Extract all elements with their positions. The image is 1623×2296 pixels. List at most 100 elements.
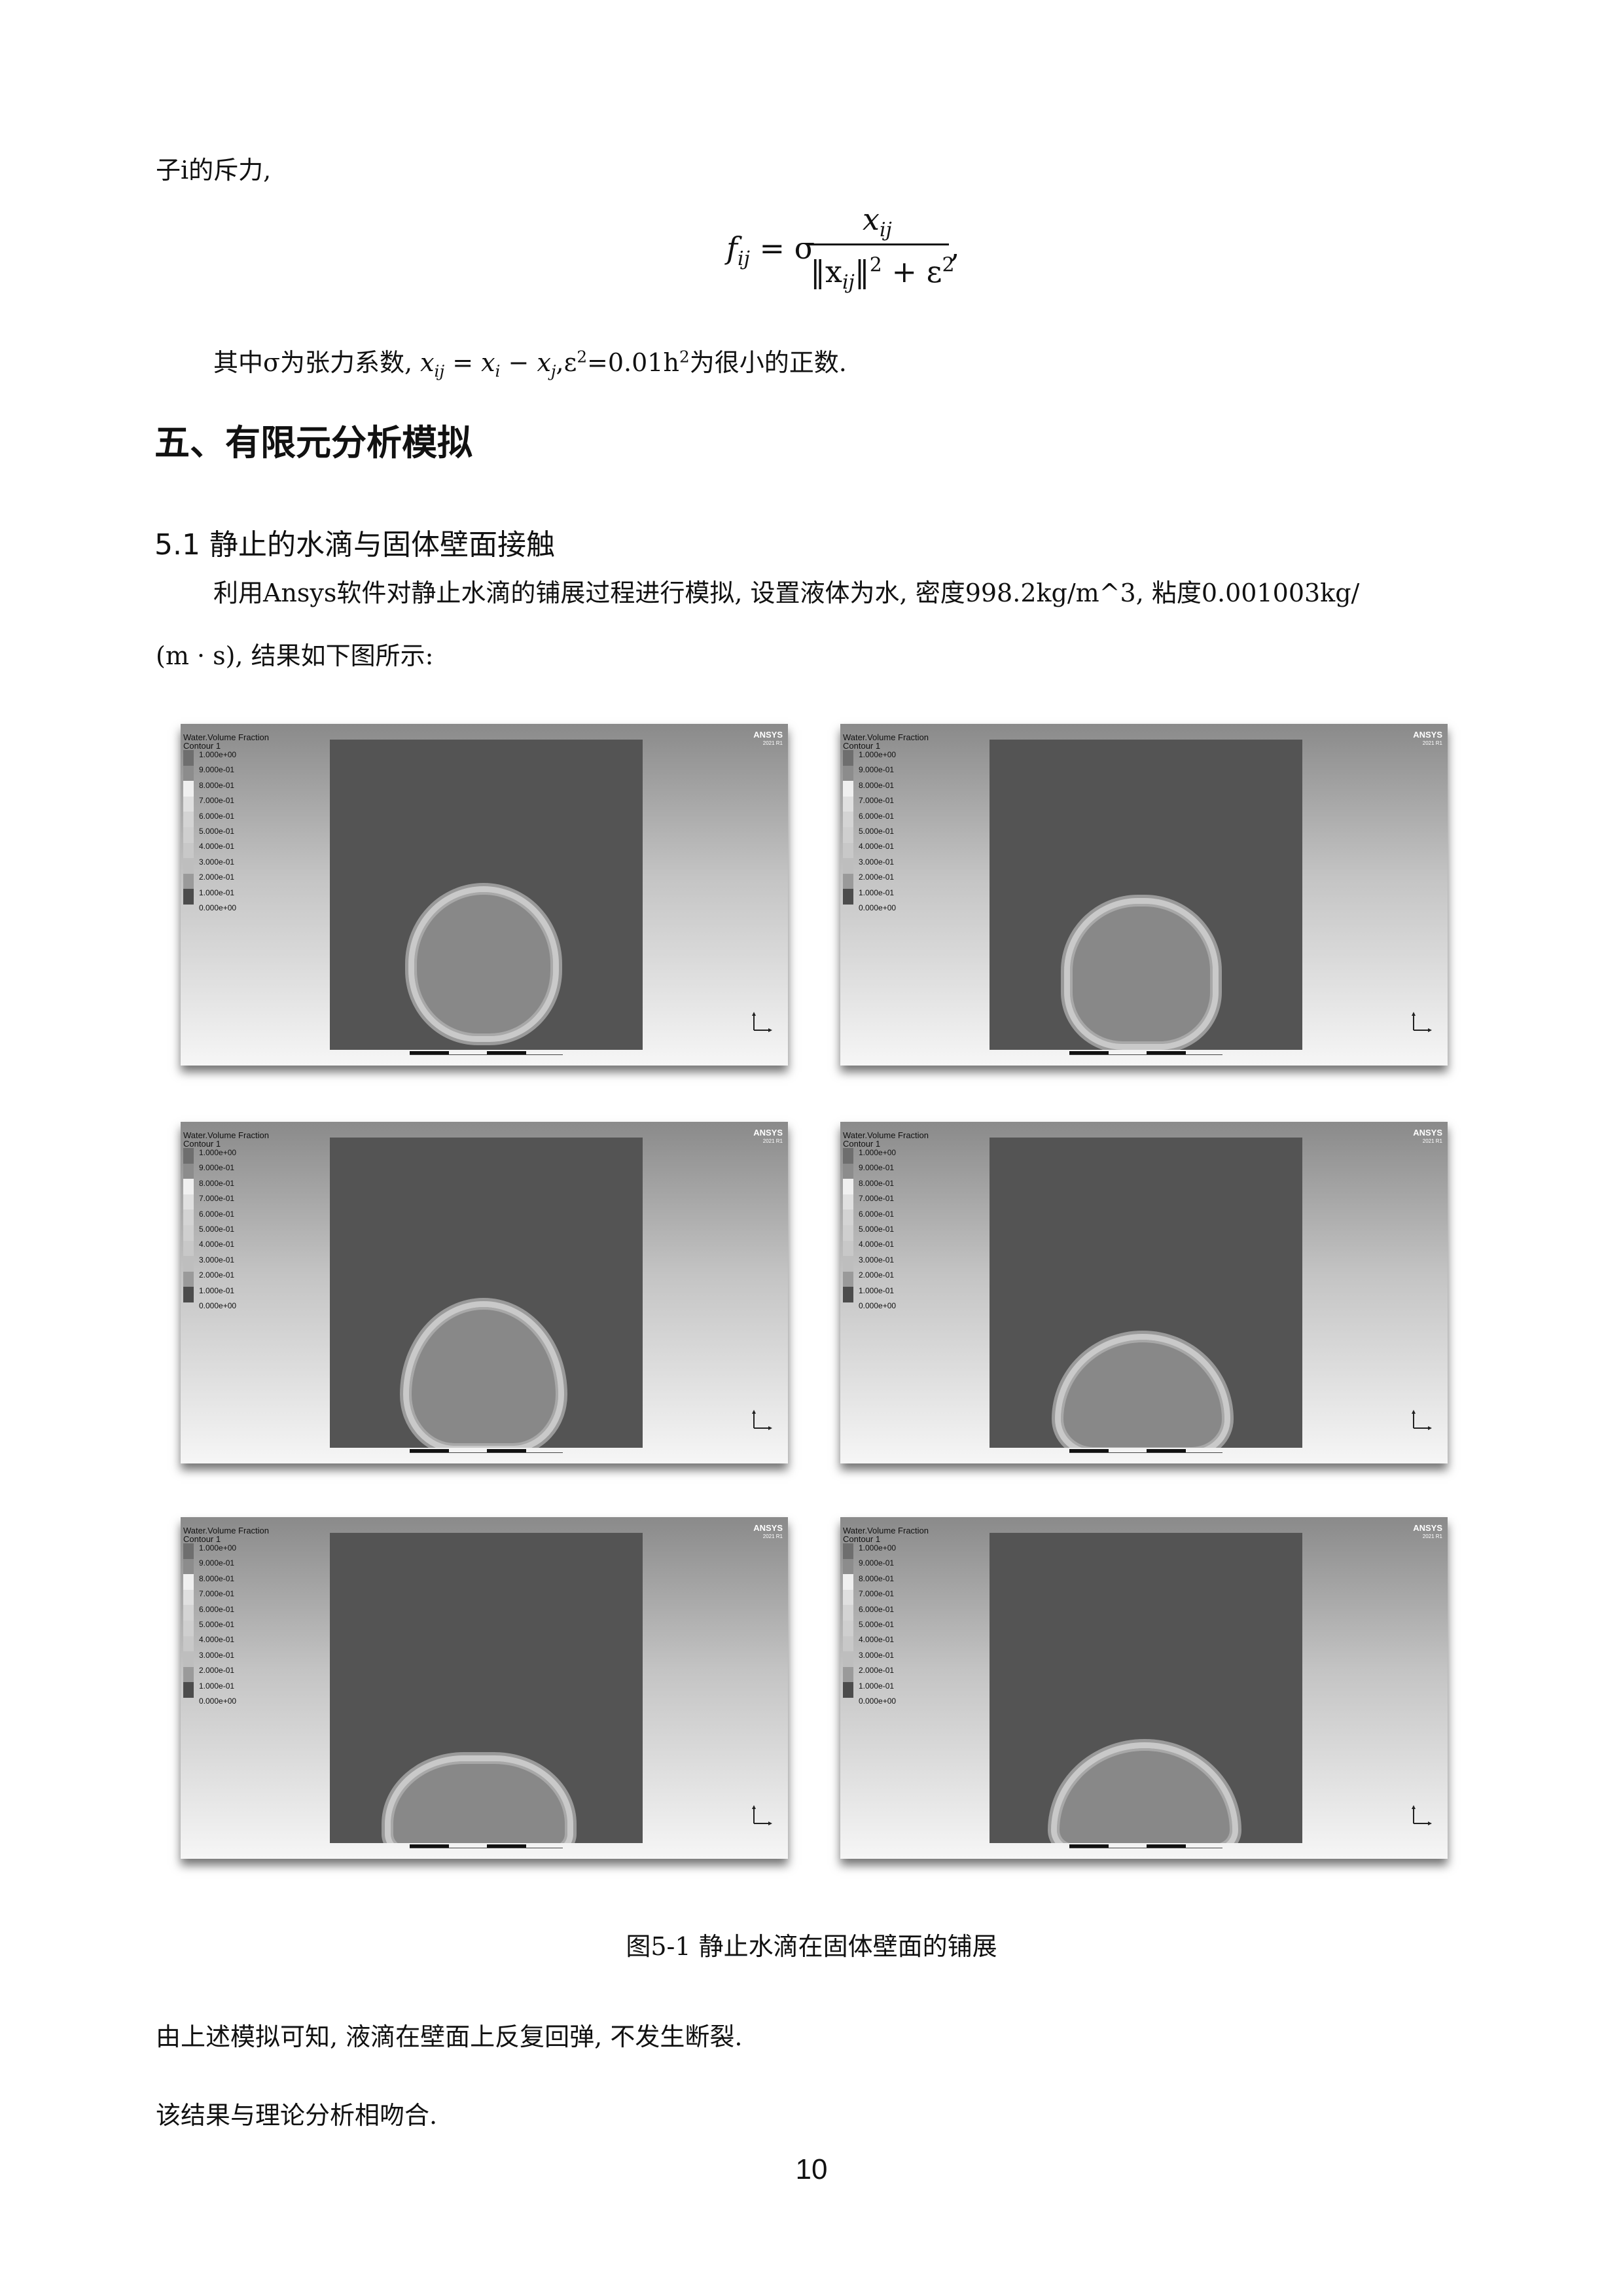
legend-label: 0.000e+00 xyxy=(199,1301,237,1311)
legend-swatch xyxy=(843,1240,853,1257)
legend-label: 7.000e-01 xyxy=(199,1194,235,1204)
legend-label: 1.000e+00 xyxy=(859,1543,897,1552)
section-title: 五、有限元分析模拟 xyxy=(154,422,473,463)
legend-labels: 1.000e+00 9.000e-01 8.000e-01 7.000e-01 6.00… xyxy=(859,1541,896,1709)
scale-bar xyxy=(1069,1844,1222,1848)
legend-swatch xyxy=(843,750,853,766)
scale-bar xyxy=(410,1051,563,1055)
simulation-panel-6: Water.Volume Fraction Contour 1 1.000e+00… xyxy=(840,1517,1448,1859)
legend-label: 7.000e-01 xyxy=(859,1194,895,1204)
legend-label: 0.000e+00 xyxy=(859,1301,897,1311)
legend-label: 1.000e-01 xyxy=(859,1681,895,1691)
legend-label: 3.000e-01 xyxy=(859,1255,895,1265)
legend-swatch xyxy=(843,1605,853,1621)
fluid-domain xyxy=(330,1533,643,1843)
legend-label: 6.000e-01 xyxy=(859,1209,895,1219)
legend-label: 5.000e-01 xyxy=(859,827,895,836)
legend-swatch xyxy=(183,1179,194,1194)
legend-label: 9.000e-01 xyxy=(859,765,895,775)
legend-label: 6.000e-01 xyxy=(859,1604,895,1614)
legend-label: 4.000e-01 xyxy=(859,842,895,852)
scale-bar xyxy=(1069,1051,1222,1055)
legend-swatch xyxy=(183,1636,194,1652)
ansys-logo: ANSYS 2021 R1 xyxy=(753,1523,783,1539)
simulation-panel-5: Water.Volume Fraction Contour 1 1.000e+00… xyxy=(181,1517,788,1859)
legend-swatch xyxy=(843,889,853,905)
ansys-logo: ANSYS 2021 R1 xyxy=(1413,1523,1442,1539)
legend-swatch xyxy=(843,1225,853,1241)
legend-swatch xyxy=(843,812,853,827)
legend-swatch xyxy=(183,842,194,859)
legend-swatch xyxy=(183,827,194,843)
legend-label: 5.000e-01 xyxy=(859,1225,895,1234)
formula-definition-line: 其中σ为张力系数, xij = xi − xj,ε2=0.01h2为很小的正数. xyxy=(213,347,847,381)
legend-label: 8.000e-01 xyxy=(199,1178,235,1188)
legend-swatch xyxy=(843,1179,853,1194)
legend-swatch xyxy=(843,858,853,874)
legend-swatch xyxy=(183,1256,194,1272)
legend-label: 5.000e-01 xyxy=(199,1225,235,1234)
fluid-domain xyxy=(330,1138,643,1448)
legend-label: 2.000e-01 xyxy=(199,1666,235,1676)
ansys-logo: ANSYS 2021 R1 xyxy=(753,1128,783,1144)
simulation-panel-1: Water.Volume Fraction Contour 1 1.000e+00… xyxy=(181,724,788,1066)
ansys-logo: ANSYS 2021 R1 xyxy=(753,730,783,746)
legend-swatch xyxy=(183,812,194,827)
legend-color-bar xyxy=(183,750,194,905)
legend-label: 4.000e-01 xyxy=(199,1240,235,1249)
legend-swatch xyxy=(183,1605,194,1621)
legend-label: 1.000e+00 xyxy=(199,1543,237,1552)
axis-triad-icon xyxy=(1412,1012,1432,1032)
legend-swatch xyxy=(183,750,194,766)
legend-swatch xyxy=(183,1574,194,1590)
legend-label: 1.000e+00 xyxy=(199,1148,237,1157)
ansys-logo: ANSYS 2021 R1 xyxy=(1413,1128,1442,1144)
fluid-domain xyxy=(990,1533,1302,1843)
legend-label: 4.000e-01 xyxy=(199,1635,235,1645)
legend-swatch xyxy=(183,1148,194,1164)
legend-label: 0.000e+00 xyxy=(859,1696,897,1706)
legend-swatch xyxy=(843,1620,853,1636)
legend-swatch xyxy=(843,1636,853,1652)
fraction-bar xyxy=(806,243,949,245)
axis-triad-icon xyxy=(1412,1410,1432,1430)
water-droplet xyxy=(1064,898,1219,1050)
legend-swatch xyxy=(843,1194,853,1210)
legend-swatch xyxy=(183,1225,194,1241)
legend-label: 2.000e-01 xyxy=(859,1666,895,1676)
legend-swatch xyxy=(843,781,853,797)
legend-label: 0.000e+00 xyxy=(199,1696,237,1706)
legend-labels: 1.000e+00 9.000e-01 8.000e-01 7.000e-01 6.00… xyxy=(199,1541,236,1709)
legend-label: 1.000e-01 xyxy=(199,888,235,897)
legend-color-bar xyxy=(843,1543,853,1698)
legend-swatch xyxy=(183,1287,194,1302)
intro-line: 子i的斥力, xyxy=(156,156,272,185)
legend-label: 7.000e-01 xyxy=(199,1589,235,1599)
legend-swatch xyxy=(183,765,194,781)
water-droplet xyxy=(408,886,559,1042)
legend-swatch xyxy=(843,1574,853,1590)
legend-label: 8.000e-01 xyxy=(199,1573,235,1583)
legend-swatch xyxy=(183,1210,194,1225)
legend-color-bar xyxy=(183,1543,194,1698)
conclusion-line-1: 由上述模拟可知, 液滴在壁面上反复回弹, 不发生断裂. xyxy=(156,2022,743,2051)
legend-label: 0.000e+00 xyxy=(199,903,237,913)
axis-triad-icon xyxy=(752,1410,772,1430)
legend-color-bar xyxy=(843,750,853,905)
legend-label: 4.000e-01 xyxy=(859,1635,895,1645)
legend-label: 3.000e-01 xyxy=(199,1255,235,1265)
legend-label: 1.000e+00 xyxy=(859,750,897,759)
legend-label: 4.000e-01 xyxy=(859,1240,895,1249)
page-number: 10 xyxy=(795,2153,828,2185)
scale-bar xyxy=(1069,1449,1222,1453)
legend-label: 9.000e-01 xyxy=(199,1558,235,1568)
legend-swatch xyxy=(843,1256,853,1272)
legend-swatch xyxy=(843,1287,853,1302)
formula-denominator: ‖xij‖2 + ε2 xyxy=(810,253,955,295)
scale-bar xyxy=(410,1844,563,1848)
legend-label: 0.000e+00 xyxy=(859,903,897,913)
legend-label: 7.000e-01 xyxy=(199,796,235,806)
legend-swatch xyxy=(183,1682,194,1698)
legend-label: 8.000e-01 xyxy=(199,780,235,790)
legend-swatch xyxy=(183,1543,194,1559)
